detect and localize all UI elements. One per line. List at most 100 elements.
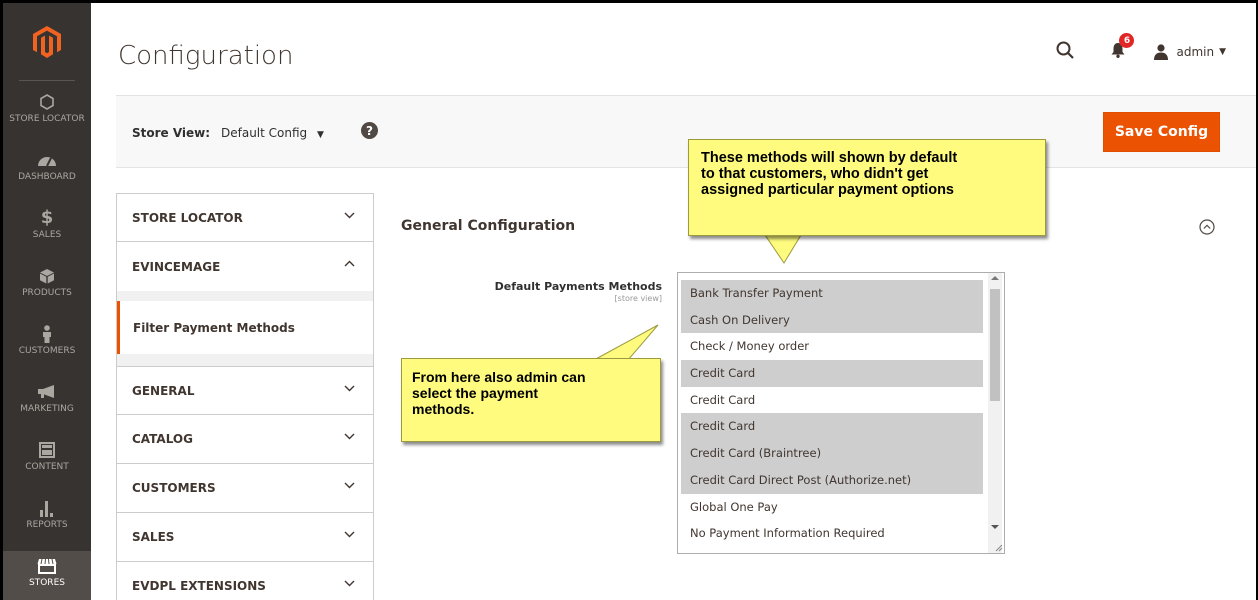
payment-option[interactable]: Global One Pay <box>681 494 983 521</box>
notification-count-badge: 6 <box>1119 33 1135 48</box>
nav-reports[interactable]: REPORTS <box>3 497 91 549</box>
search-icon[interactable] <box>1056 41 1075 63</box>
nav-stores[interactable]: STORES <box>3 551 91 600</box>
nav-customers[interactable]: CUSTOMERS <box>3 323 91 375</box>
magento-logo-icon <box>33 26 61 58</box>
dollar-icon: $ <box>40 207 54 228</box>
nav-label: PRODUCTS <box>22 288 72 298</box>
callout-line: assigned particular payment options <box>701 182 954 198</box>
tab-store-locator[interactable]: STORE LOCATOR <box>116 193 374 242</box>
tab-label: STORE LOCATOR <box>132 210 243 225</box>
tab-label: SALES <box>132 530 175 544</box>
tab-sales[interactable]: SALES <box>116 513 374 562</box>
payment-option[interactable]: Credit Card <box>681 387 983 414</box>
nav-content[interactable]: CONTENT <box>3 439 91 491</box>
tab-customers[interactable]: CUSTOMERS <box>116 464 374 513</box>
tab-filter-payment-methods[interactable]: Filter Payment Methods <box>117 301 373 354</box>
logo-divider <box>19 80 75 81</box>
payment-option[interactable]: Credit Card <box>681 413 983 441</box>
scroll-up-arrow-icon[interactable] <box>991 276 999 280</box>
bar-chart-icon <box>39 497 55 519</box>
callout-line: These methods will shown by default <box>701 150 958 166</box>
tab-catalog[interactable]: CATALOG <box>116 415 374 464</box>
tab-label: GENERAL <box>132 383 195 398</box>
nav-label: MARKETING <box>20 404 74 414</box>
scrollbar-thumb[interactable] <box>990 289 1000 401</box>
caret-down-icon: ▼ <box>317 130 324 140</box>
save-config-button[interactable]: Save Config <box>1103 112 1220 152</box>
field-scope: [store view] <box>614 294 662 303</box>
header-tools: 6 admin ▼ <box>1056 33 1226 63</box>
tab-general[interactable]: GENERAL <box>116 366 374 415</box>
chevron-down-icon <box>344 531 355 538</box>
field-label: Default Payments Methods <box>494 280 662 293</box>
box-icon <box>39 265 55 287</box>
tab-label: EVINCEMAGE <box>132 259 221 274</box>
collapse-circle-icon[interactable] <box>1199 219 1215 239</box>
admin-username: admin <box>1176 45 1215 59</box>
chevron-down-icon <box>344 212 355 219</box>
notifications-button[interactable]: 6 <box>1110 33 1135 62</box>
tab-evincemage[interactable]: EVINCEMAGE <box>116 242 374 291</box>
evincemage-subtabs: Filter Payment Methods <box>116 291 374 366</box>
payment-option[interactable]: Cash On Delivery <box>681 306 983 334</box>
tab-label: CATALOG <box>132 432 193 446</box>
payment-option[interactable]: Credit Card (Braintree) <box>681 440 983 467</box>
hexagon-icon <box>40 91 54 113</box>
user-icon <box>1154 44 1169 60</box>
multiselect-options: Bank Transfer Payment Cash On Delivery Che… <box>681 280 983 547</box>
nav-marketing[interactable]: MARKETING <box>3 381 91 433</box>
callout-line: From here also admin can <box>412 369 586 385</box>
nav-label: SALES <box>32 230 62 240</box>
caret-down-icon: ▼ <box>1219 47 1226 57</box>
callout-default-methods: These methods will shown by default to t… <box>688 139 1046 236</box>
store-view-label: Store View: <box>132 126 211 140</box>
tab-label: CUSTOMERS <box>132 481 216 495</box>
payment-option[interactable]: Credit Card <box>681 360 983 387</box>
nav-label: DASHBOARD <box>18 172 76 182</box>
help-icon[interactable]: ? <box>361 122 378 139</box>
nav-sales[interactable]: $ SALES <box>3 207 91 259</box>
chevron-up-icon <box>344 260 355 267</box>
nav-dashboard[interactable]: DASHBOARD <box>3 149 91 201</box>
nav-label: REPORTS <box>26 520 68 530</box>
section-title[interactable]: General Configuration <box>401 218 575 234</box>
storefront-icon <box>37 555 57 577</box>
payment-option[interactable]: Credit Card Direct Post (Authorize.net) <box>681 466 983 494</box>
layout-icon <box>39 439 55 461</box>
chevron-down-icon <box>344 433 355 440</box>
scroll-down-arrow-icon[interactable] <box>991 525 999 529</box>
megaphone-icon <box>37 381 57 403</box>
nav-label: STORES <box>29 578 65 588</box>
payment-option[interactable]: No Payment Information Required <box>681 520 983 547</box>
payment-option[interactable]: Check / Money order <box>681 333 983 360</box>
page-title: Configuration <box>118 41 294 71</box>
payment-methods-multiselect[interactable]: Bank Transfer Payment Cash On Delivery Che… <box>677 272 1005 554</box>
chevron-down-icon <box>344 385 355 392</box>
nav-label: CONTENT <box>25 462 69 472</box>
person-icon <box>41 323 53 345</box>
tab-evdpl-extensions[interactable]: EVDPL EXTENSIONS <box>116 562 374 600</box>
speedometer-icon <box>37 149 57 171</box>
store-view-bar: Store View: Default Config ▼ ? Save Conf… <box>116 95 1256 168</box>
chevron-down-icon <box>344 580 355 587</box>
nav-label: CUSTOMERS <box>18 346 76 356</box>
callout-line: to that customers, who didn't get <box>701 166 929 182</box>
tab-label: EVDPL EXTENSIONS <box>132 579 266 593</box>
nav-products[interactable]: PRODUCTS <box>3 265 91 317</box>
store-view-switcher[interactable]: Default Config ▼ <box>221 126 324 140</box>
payment-option[interactable]: Bank Transfer Payment <box>681 280 983 307</box>
callout-line: methods. <box>412 401 475 417</box>
magento-logo[interactable] <box>3 3 91 81</box>
store-view-value: Default Config <box>221 126 308 140</box>
resize-grip-icon[interactable] <box>994 543 1003 552</box>
multiselect-scrollbar[interactable] <box>988 273 1002 553</box>
chevron-down-icon <box>344 482 355 489</box>
nav-store-locator[interactable]: STORE LOCATOR <box>3 91 91 143</box>
nav-label: STORE LOCATOR <box>9 114 85 124</box>
admin-sidebar: STORE LOCATOR DASHBOARD $ SALES PRODUCTS… <box>3 3 91 600</box>
admin-user-menu[interactable]: admin ▼ <box>1154 44 1226 60</box>
callout-line: select the payment <box>412 385 539 401</box>
callout-admin-select: From here also admin can select the paym… <box>401 358 661 442</box>
admin-page: STORE LOCATOR DASHBOARD $ SALES PRODUCTS… <box>3 3 1256 600</box>
